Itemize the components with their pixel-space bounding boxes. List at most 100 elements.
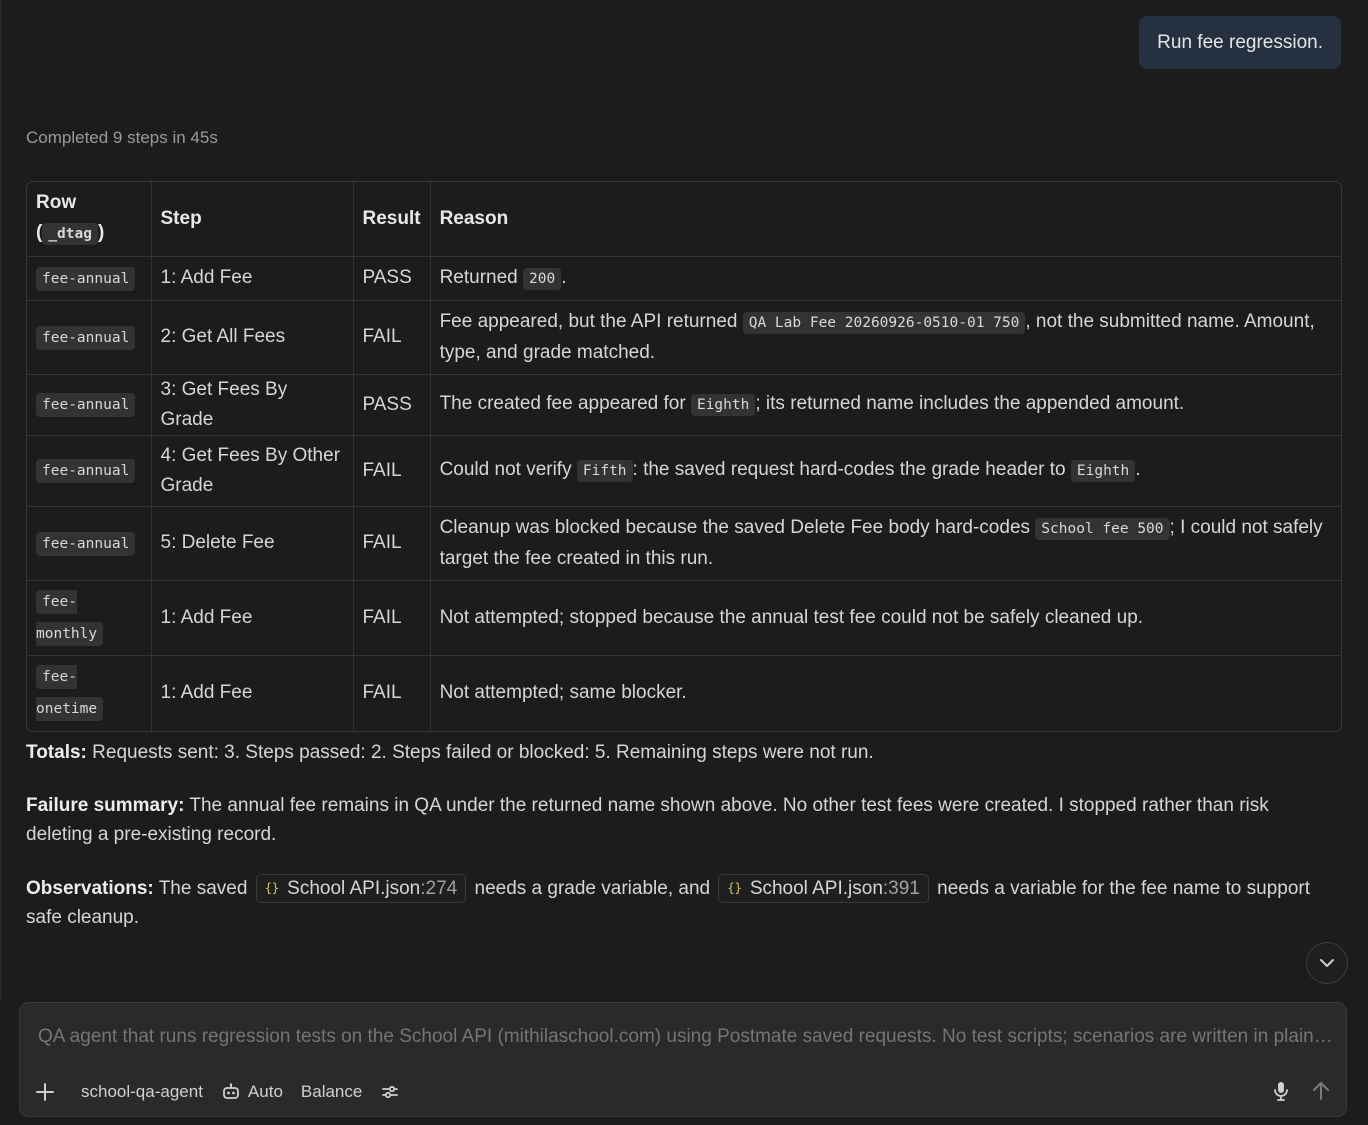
totals-label: Totals:	[26, 742, 87, 763]
mode-selector[interactable]: Balance	[301, 1082, 362, 1102]
user-message-bubble: Run fee regression.	[1139, 16, 1341, 69]
json-file-icon: {}	[727, 881, 742, 896]
step-cell: 3: Get Fees By Grade	[151, 374, 354, 436]
results-table: Row(_dtag) Step Result Reason fee-annual…	[26, 181, 1342, 732]
failure-summary-label: Failure summary:	[26, 795, 185, 816]
reason-text: .	[1135, 459, 1141, 480]
add-context-button[interactable]	[34, 1081, 63, 1103]
mode-name: Balance	[300, 1082, 363, 1101]
reason-text: Could not verify	[439, 459, 577, 480]
agent-selector[interactable]: school-qa-agent	[81, 1082, 203, 1102]
result-cell: FAIL	[353, 655, 431, 731]
table-row: fee-onetime 1: Add Fee FAIL Not attempted; …	[27, 655, 1341, 731]
failure-summary-text: The annual fee remains in QA under the r…	[26, 795, 1269, 845]
sliders-icon	[382, 1085, 399, 1099]
reason-code: Fifth	[576, 460, 633, 482]
reason-code: Eighth	[1070, 460, 1136, 482]
file-reference-chip[interactable]: {} School API.json:274	[255, 874, 467, 904]
row-tag-cell: fee-annual	[27, 374, 152, 436]
reason-text: ; its returned name includes the appende…	[755, 393, 1185, 414]
reason-cell: Cleanup was blocked because the saved De…	[430, 506, 1341, 581]
reason-text: Returned	[439, 266, 524, 288]
failure-summary-paragraph: Failure summary: The annual fee remains …	[26, 791, 1326, 849]
reason-cell: Could not verify Fifth: the saved reques…	[430, 435, 1341, 507]
table-row: fee-monthly 1: Add Fee FAIL Not attempted; …	[27, 580, 1341, 656]
row-tag-cell: fee-monthly	[27, 580, 152, 656]
reason-code: QA Lab Fee 20260926-0510-01 750	[742, 311, 1026, 334]
result-cell: FAIL	[353, 435, 431, 507]
table-row: fee-annual 2: Get All Fees FAIL Fee appeare…	[27, 300, 1341, 375]
table-header-row: Row(_dtag) Step Result Reason	[27, 182, 1341, 257]
step-cell: 4: Get Fees By Other Grade	[151, 435, 354, 507]
reason-code: 200	[523, 267, 562, 290]
microphone-icon[interactable]	[1272, 1080, 1290, 1102]
user-message-text: Run fee regression.	[1157, 31, 1323, 53]
reason-text: .	[561, 266, 567, 288]
header-reason: Reason	[430, 182, 1341, 257]
prompt-input[interactable]	[36, 1025, 1336, 1049]
row-tag-cell: fee-annual	[27, 506, 152, 581]
reason-text: Not attempted; same blocker.	[439, 682, 687, 704]
row-tag: fee-annual	[36, 266, 136, 291]
composer: school-qa-agent Auto Balance	[19, 1002, 1347, 1117]
composer-actions	[1272, 1080, 1330, 1102]
reason-cell: Not attempted; same blocker.	[430, 655, 1341, 731]
table-row: fee-annual 3: Get Fees By Grade PASS The cr…	[27, 374, 1341, 436]
reason-text: The created fee appeared for	[439, 393, 691, 414]
header-result: Result	[353, 182, 431, 257]
row-tag: fee-onetime	[36, 665, 104, 722]
run-status: Completed 9 steps in 45s	[26, 128, 218, 147]
totals-text: Requests sent: 3. Steps passed: 2. Steps…	[86, 742, 874, 763]
row-tag-cell: fee-annual	[27, 435, 152, 507]
result-cell: FAIL	[353, 506, 431, 581]
scroll-to-bottom-button[interactable]	[1306, 942, 1348, 984]
reason-cell: Not attempted; stopped because the annua…	[430, 580, 1341, 656]
row-tag-cell: fee-annual	[27, 300, 152, 375]
reason-text: Fee appeared, but the API returned	[439, 310, 743, 332]
reason-code: School fee 500	[1035, 517, 1170, 540]
reason-cell: Returned 200.	[430, 256, 1341, 301]
chat-area: Run fee regression. Completed 9 steps in…	[0, 0, 1368, 1000]
table-row: fee-annual 1: Add Fee PASS Returned 200.	[27, 256, 1341, 301]
reason-cell: The created fee appeared for Eighth; its…	[430, 374, 1341, 436]
reason-text: Not attempted; stopped because the annua…	[439, 606, 1144, 628]
composer-toolbar: school-qa-agent Auto Balance	[34, 1077, 425, 1107]
step-cell: 1: Add Fee	[151, 580, 354, 656]
model-selector[interactable]: Auto	[221, 1082, 283, 1102]
robot-icon	[223, 1083, 239, 1099]
step-cell: 1: Add Fee	[151, 256, 354, 301]
chevron-down-icon	[1320, 959, 1334, 967]
agent-name: school-qa-agent	[81, 1082, 203, 1101]
result-cell: FAIL	[353, 580, 431, 656]
row-tag: fee-annual	[36, 325, 136, 350]
row-tag: fee-annual	[36, 531, 136, 556]
observations-paragraph: Observations: The saved {} School API.jso…	[26, 874, 1326, 932]
row-tag-cell: fee-onetime	[27, 655, 152, 731]
reason-cell: Fee appeared, but the API returned QA La…	[430, 300, 1341, 375]
row-tag-cell: fee-annual	[27, 256, 152, 301]
json-file-icon: {}	[264, 881, 280, 896]
result-cell: PASS	[353, 374, 431, 436]
step-cell: 1: Add Fee	[151, 655, 354, 731]
model-name: Auto	[247, 1082, 283, 1101]
header-step: Step	[151, 182, 354, 257]
settings-button[interactable]	[380, 1082, 407, 1102]
reason-text: : the saved request hard-codes the grade…	[632, 459, 1071, 480]
result-cell: FAIL	[353, 300, 431, 375]
reason-text: Cleanup was blocked because the saved De…	[439, 516, 1036, 538]
file-reference-chip[interactable]: {} School API.json:391	[718, 874, 929, 904]
row-tag: fee-annual	[36, 393, 136, 417]
row-tag: fee-monthly	[36, 589, 104, 646]
totals-paragraph: Totals: Requests sent: 3. Steps passed: …	[26, 738, 1326, 767]
step-cell: 5: Delete Fee	[151, 506, 354, 581]
result-cell: PASS	[353, 256, 431, 301]
send-arrow-icon[interactable]	[1312, 1080, 1330, 1102]
step-cell: 2: Get All Fees	[151, 300, 354, 375]
row-tag: fee-annual	[36, 459, 136, 483]
observations-label: Observations:	[26, 878, 154, 899]
table-row: fee-annual 5: Delete Fee FAIL Cleanup was b…	[27, 506, 1341, 581]
reason-code: Eighth	[690, 394, 756, 416]
header-row-tag: _dtag	[42, 223, 98, 246]
table-row: fee-annual 4: Get Fees By Other Grade FAIL…	[27, 435, 1341, 507]
plus-icon	[36, 1083, 54, 1101]
